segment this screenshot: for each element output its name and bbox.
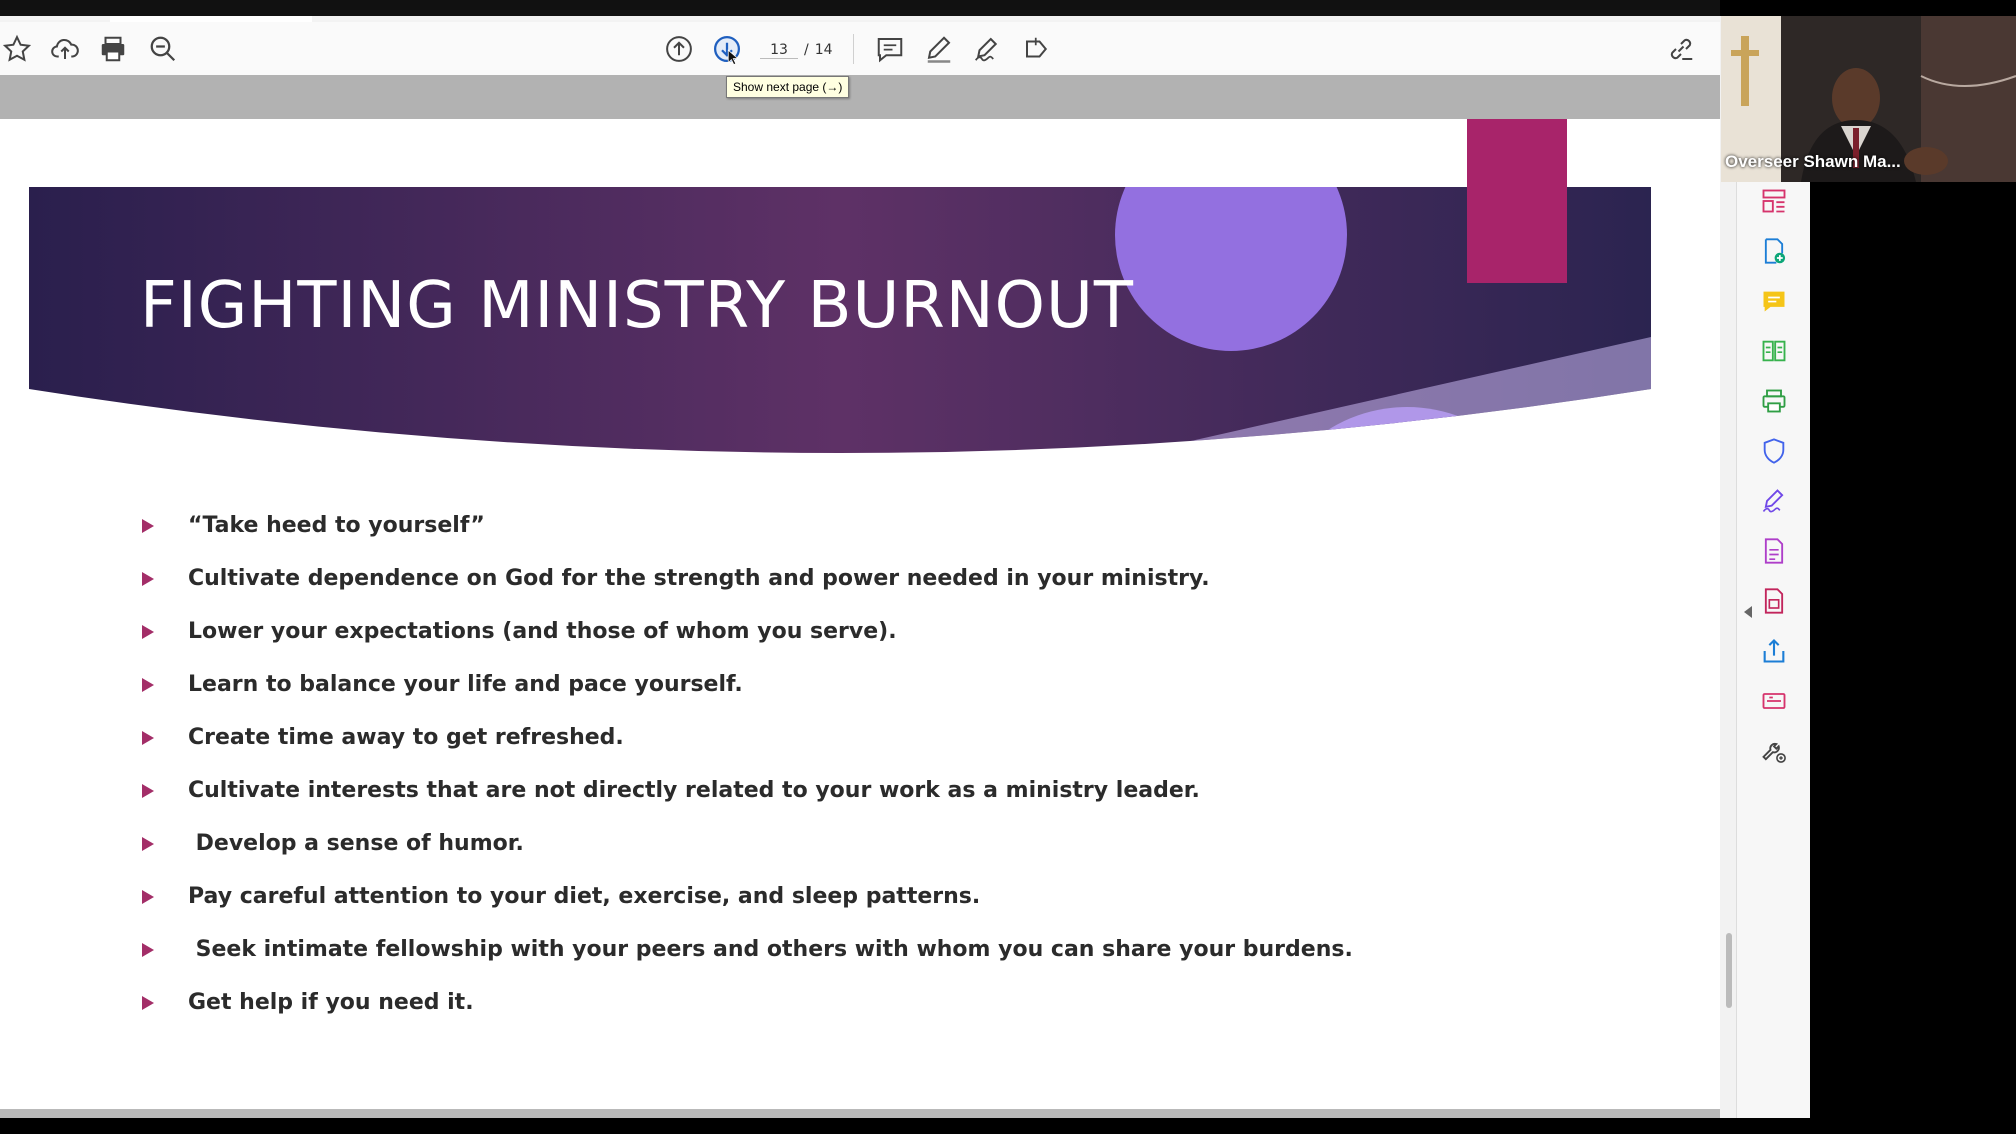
window-bottom-bar xyxy=(0,1118,2016,1134)
more-tools-icon[interactable] xyxy=(1759,736,1789,766)
protect-shield-icon[interactable] xyxy=(1759,436,1789,466)
bullet-arrow-icon xyxy=(142,624,154,639)
bullet-arrow-icon xyxy=(142,836,154,851)
page-indicator: 13 / 14 xyxy=(760,38,833,62)
pdf-page: FIGHTING MINISTRY BURNOUT “Take heed to … xyxy=(0,119,1720,1109)
bullet-arrow-icon xyxy=(142,889,154,904)
list-item: Get help if you need it. xyxy=(140,976,1353,1029)
list-item: “Take heed to yourself” xyxy=(140,499,1353,552)
slide-title: FIGHTING MINISTRY BURNOUT xyxy=(140,269,1134,343)
compare-icon[interactable] xyxy=(1759,336,1789,366)
accent-rectangle xyxy=(1467,119,1567,283)
tools-panel xyxy=(1736,176,1811,1118)
bullet-arrow-icon xyxy=(142,677,154,692)
bullet-text: Learn to balance your life and pace your… xyxy=(188,672,743,697)
organize-pages-icon[interactable] xyxy=(1759,186,1789,216)
list-item: Cultivate interests that are not directl… xyxy=(140,764,1353,817)
fill-sign-icon[interactable] xyxy=(1759,486,1789,516)
print-icon[interactable] xyxy=(96,32,130,66)
comment-tool-icon[interactable] xyxy=(1759,286,1789,316)
page-separator: / xyxy=(804,42,809,58)
export-pdf-icon[interactable] xyxy=(1759,536,1789,566)
bullet-text: Lower your expectations (and those of wh… xyxy=(188,619,897,644)
create-pdf-icon[interactable] xyxy=(1759,236,1789,266)
share-icon[interactable] xyxy=(1759,636,1789,666)
bullet-list: “Take heed to yourself” Cultivate depend… xyxy=(140,499,1353,1029)
list-item: Seek intimate fellowship with your peers… xyxy=(140,923,1353,976)
cloud-upload-icon[interactable] xyxy=(48,32,82,66)
list-item: Create time away to get refreshed. xyxy=(140,711,1353,764)
bullet-text: Cultivate dependence on God for the stre… xyxy=(188,566,1210,591)
meeting-background xyxy=(1810,182,2016,1134)
bullet-arrow-icon xyxy=(142,783,154,798)
list-item: Lower your expectations (and those of wh… xyxy=(140,605,1353,658)
print-production-icon[interactable] xyxy=(1759,386,1789,416)
stamp-icon[interactable] xyxy=(1020,32,1054,66)
window-top-bar xyxy=(0,0,1720,16)
bullet-arrow-icon xyxy=(142,571,154,586)
bullet-text: Create time away to get refreshed. xyxy=(188,725,624,750)
zoom-out-icon[interactable] xyxy=(146,32,180,66)
page-bottom-gutter xyxy=(0,1109,1720,1118)
bullet-text: Get help if you need it. xyxy=(188,990,474,1015)
next-page-icon[interactable] xyxy=(710,32,744,66)
collapse-panel-icon[interactable] xyxy=(1744,606,1752,618)
pdf-toolbar: 13 / 14 xyxy=(0,22,1720,76)
highlight-pen-icon[interactable] xyxy=(922,32,956,66)
previous-page-icon[interactable] xyxy=(662,32,696,66)
list-item: Pay careful attention to your diet, exer… xyxy=(140,870,1353,923)
list-item: Learn to balance your life and pace your… xyxy=(140,658,1353,711)
sign-icon[interactable] xyxy=(970,32,1004,66)
bullet-arrow-icon xyxy=(142,995,154,1010)
bullet-text: Develop a sense of humor. xyxy=(188,831,524,856)
star-icon[interactable] xyxy=(0,32,34,66)
list-item: Cultivate dependence on God for the stre… xyxy=(140,552,1353,605)
bullet-arrow-icon xyxy=(142,942,154,957)
document-gutter xyxy=(0,75,1720,119)
comment-icon[interactable] xyxy=(873,32,907,66)
share-link-icon[interactable] xyxy=(1664,32,1698,66)
next-page-tooltip: Show next page (→) xyxy=(726,76,850,98)
bullet-arrow-icon xyxy=(142,518,154,533)
bullet-text: Pay careful attention to your diet, exer… xyxy=(188,884,981,909)
scrollbar-thumb[interactable] xyxy=(1726,933,1732,1008)
page-total: 14 xyxy=(814,42,833,58)
bullet-arrow-icon xyxy=(142,730,154,745)
participant-name-label: Overseer Shawn Ma... xyxy=(1725,152,1901,171)
bullet-text: Seek intimate fellowship with your peers… xyxy=(188,937,1353,962)
page-number-input[interactable]: 13 xyxy=(760,42,798,59)
toolbar-divider xyxy=(853,34,854,64)
edit-pdf-icon[interactable] xyxy=(1759,586,1789,616)
list-item: Develop a sense of humor. xyxy=(140,817,1353,870)
bullet-text: Cultivate interests that are not directl… xyxy=(188,778,1200,803)
bullet-text: “Take heed to yourself” xyxy=(188,513,485,538)
scan-icon[interactable] xyxy=(1759,686,1789,716)
